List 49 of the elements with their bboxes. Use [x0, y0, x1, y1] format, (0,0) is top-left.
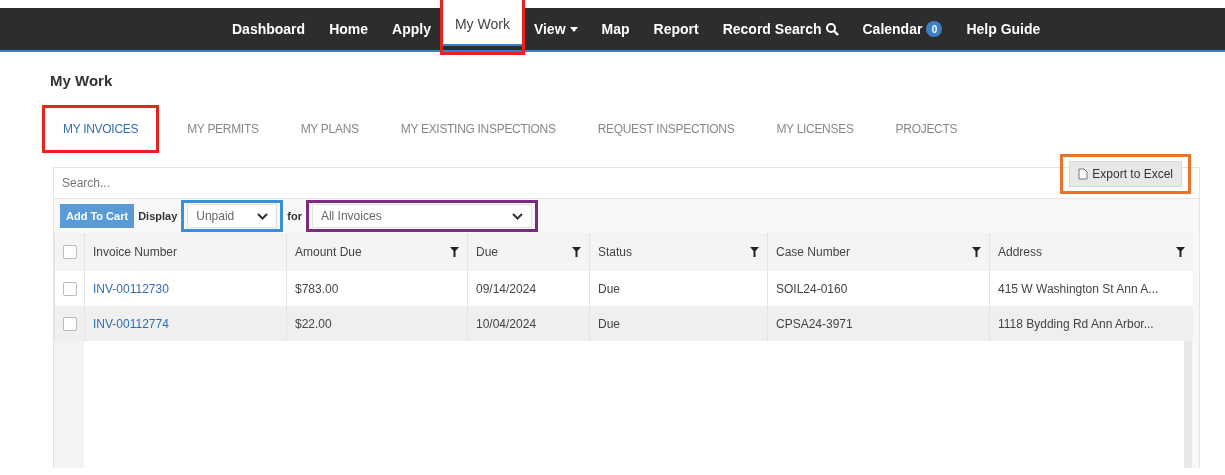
filter-icon[interactable] — [450, 247, 459, 257]
nav-link[interactable]: Apply — [380, 8, 443, 50]
checkbox[interactable] — [63, 281, 77, 296]
column-header[interactable]: Invoice Number — [84, 233, 287, 271]
page-title: My Work — [50, 72, 114, 89]
tab[interactable]: MY INVOICES — [49, 114, 153, 144]
tab[interactable]: MY LICENSES — [762, 114, 868, 144]
column-header[interactable]: Case Number — [767, 233, 990, 271]
tab[interactable]: MY EXISTING INSPECTIONS — [386, 114, 570, 144]
table-cell: $22.00 — [286, 306, 468, 341]
invoice-link[interactable]: INV-00112774 — [93, 316, 169, 331]
nav-link[interactable]: Home — [317, 8, 381, 50]
table-cell: 1118 Bydding Rd Ann Arbor... — [989, 306, 1193, 341]
chevron-down-icon — [511, 212, 523, 220]
dropdown-select[interactable]: Unpaid — [187, 204, 278, 228]
nav-link[interactable]: Calendar 0 — [850, 8, 955, 50]
column-header[interactable]: Status — [589, 233, 768, 271]
export-button[interactable]: Export to Excel — [1069, 161, 1182, 187]
nav-link[interactable]: Record Search — [710, 8, 851, 50]
nav-link[interactable]: View — [521, 8, 590, 50]
nav-link[interactable]: Report — [641, 8, 711, 50]
column-header[interactable]: Amount Due — [286, 233, 468, 271]
nav-link[interactable]: Dashboard — [220, 8, 318, 50]
nav-link[interactable]: Map — [589, 8, 642, 50]
filter-icon[interactable] — [972, 247, 981, 257]
nav-link[interactable]: Help Guide — [954, 8, 1053, 50]
chevron-down-icon — [257, 212, 269, 220]
search-icon — [825, 22, 839, 36]
display-label: Display — [138, 210, 178, 222]
column-header[interactable]: Due — [467, 233, 590, 271]
invoice-link[interactable]: INV-00112730 — [93, 281, 169, 296]
document-icon — [1078, 168, 1089, 180]
column-header[interactable]: Address — [989, 233, 1193, 271]
tab[interactable]: MY PLANS — [286, 114, 373, 144]
filter-icon[interactable] — [1175, 247, 1185, 257]
table-cell: 10/04/2024 — [467, 306, 590, 341]
checkbox[interactable] — [63, 245, 77, 260]
table-cell: CPSA24-3971 — [767, 306, 990, 341]
tab[interactable]: MY PERMITS — [173, 114, 273, 144]
table-cell: Due — [589, 306, 768, 341]
for-label: for — [287, 210, 302, 222]
filter-icon[interactable] — [750, 247, 759, 257]
caret-icon — [569, 26, 578, 32]
count-badge: 0 — [926, 21, 943, 37]
tab[interactable]: REQUEST INSPECTIONS — [583, 114, 749, 144]
filter-icon[interactable] — [572, 247, 581, 257]
tab[interactable]: PROJECTS — [881, 114, 972, 144]
dropdown-select[interactable]: All Invoices — [311, 204, 532, 228]
checkbox[interactable] — [63, 316, 77, 331]
